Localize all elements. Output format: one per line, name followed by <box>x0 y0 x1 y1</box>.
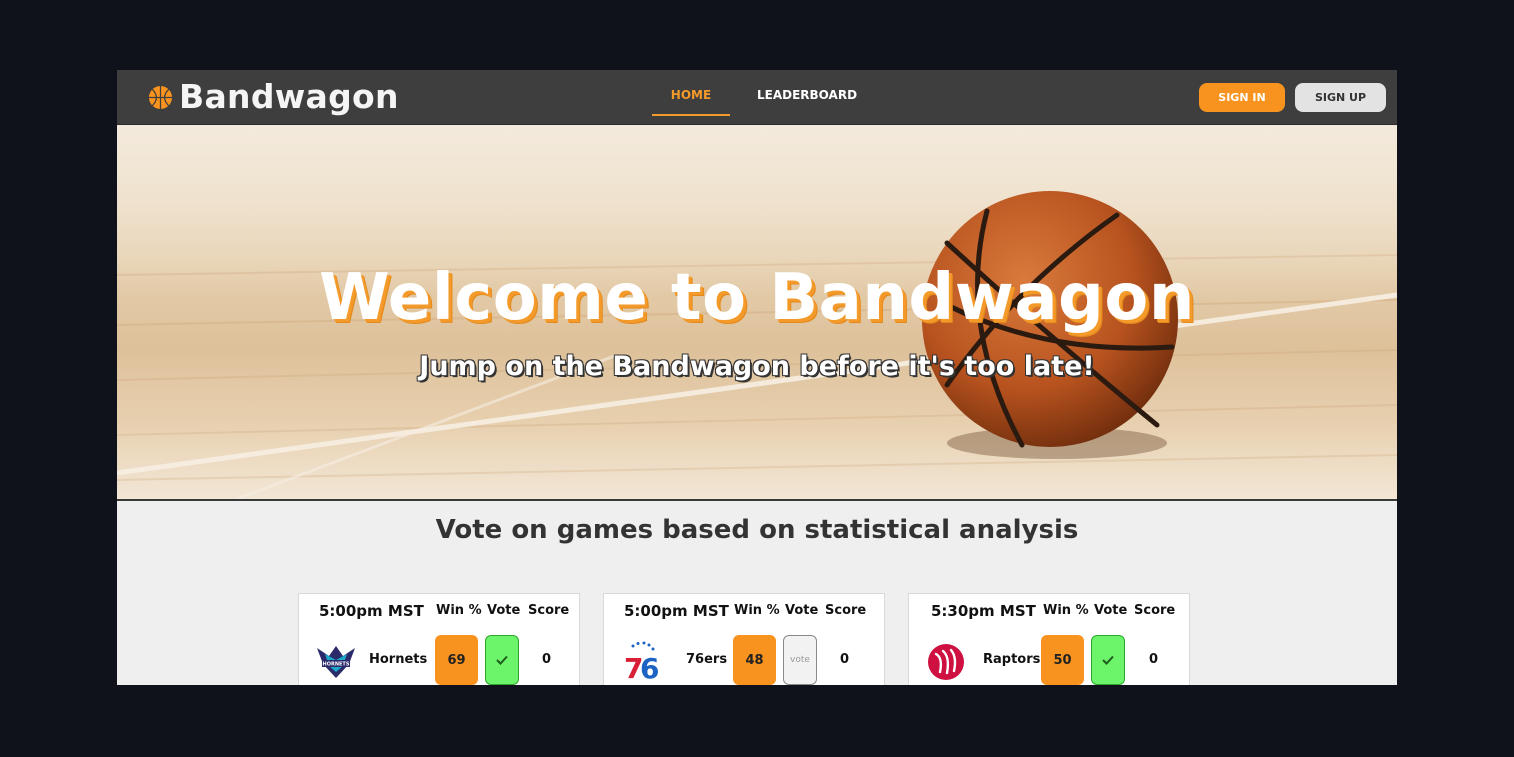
checkmark-icon <box>1102 655 1114 665</box>
score-header: Score <box>528 603 570 618</box>
game-time: 5:00pm MST <box>624 602 729 620</box>
win-pct-box: 50 <box>1041 635 1084 685</box>
hero-subtitle: Jump on the Bandwagon before it's too la… <box>419 351 1095 382</box>
win-pct-box: 69 <box>435 635 478 685</box>
nav-leaderboard-link[interactable]: LEADERBOARD <box>757 88 857 116</box>
76ers-logo-icon: 7 6 <box>624 641 659 684</box>
top-navbar: Bandwagon HOME LEADERBOARD SIGN IN SIGN … <box>117 70 1397 125</box>
brand-logo[interactable]: Bandwagon <box>148 79 399 115</box>
team-name: 76ers <box>686 652 728 667</box>
raptors-logo-icon <box>928 644 964 680</box>
sign-in-button[interactable]: SIGN IN <box>1199 83 1285 112</box>
win-pct-box: 48 <box>733 635 776 685</box>
basketball-icon <box>148 85 173 109</box>
win-pct-header: Win % <box>734 603 780 618</box>
nav-home-link[interactable]: HOME <box>652 88 730 116</box>
vote-button[interactable]: vote <box>783 635 817 685</box>
team-name: Hornets <box>369 652 428 667</box>
game-card: 5:00pm MST Win % Vote Score 7 6 76ers 48… <box>603 593 885 685</box>
sign-up-button[interactable]: SIGN UP <box>1295 83 1386 112</box>
brand-name: Bandwagon <box>179 77 399 116</box>
main-nav: HOME LEADERBOARD <box>652 88 857 116</box>
win-pct-header: Win % <box>436 603 482 618</box>
hero-title: Welcome to Bandwagon <box>319 261 1195 335</box>
score-value: 0 <box>1149 652 1159 667</box>
svg-text:HORNETS: HORNETS <box>323 662 350 668</box>
hero-banner: Welcome to Bandwagon Jump on the Bandwag… <box>117 125 1397 501</box>
app-window: Bandwagon HOME LEADERBOARD SIGN IN SIGN … <box>117 70 1397 685</box>
game-card: 5:00pm MST Win % Vote Score HORNETS Horn… <box>298 593 580 685</box>
checkmark-icon <box>496 655 508 665</box>
score-value: 0 <box>840 652 850 667</box>
vote-header: Vote <box>487 603 521 618</box>
vote-button[interactable] <box>1091 635 1125 685</box>
section-heading: Vote on games based on statistical analy… <box>435 515 1079 545</box>
vote-header: Vote <box>1094 603 1128 618</box>
win-pct-header: Win % <box>1043 603 1089 618</box>
game-time: 5:30pm MST <box>931 602 1036 620</box>
vote-button[interactable] <box>485 635 519 685</box>
game-card: 5:30pm MST Win % Vote Score Raptors 50 0 <box>908 593 1190 685</box>
game-time: 5:00pm MST <box>319 602 424 620</box>
score-header: Score <box>825 603 867 618</box>
vote-header: Vote <box>785 603 819 618</box>
score-value: 0 <box>542 652 552 667</box>
svg-text:6: 6 <box>640 652 659 684</box>
team-name: Raptors <box>983 652 1041 667</box>
score-header: Score <box>1134 603 1176 618</box>
hornets-logo-icon: HORNETS <box>317 646 355 678</box>
